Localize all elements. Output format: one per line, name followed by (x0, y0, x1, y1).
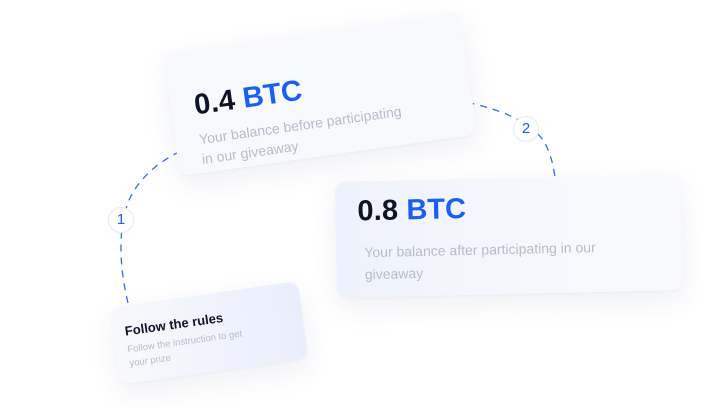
balance-after-description: Your balance after participating in our … (364, 239, 596, 283)
balance-after-currency: BTC (406, 192, 467, 227)
step-1-badge: 1 (108, 207, 134, 233)
step-2-badge: 2 (513, 116, 539, 142)
balance-after-amount-row: 0.8 BTC (357, 193, 466, 228)
giveaway-illustration: 0.4 BTC Your balance before participatin… (0, 0, 704, 407)
balance-before-currency: BTC (240, 74, 305, 115)
balance-after-card: 0.8 BTC Your balance after participating… (334, 174, 684, 298)
balance-before-amount-row: 0.4 BTC (192, 75, 304, 123)
balance-before-amount: 0.4 (192, 84, 238, 122)
balance-after-amount: 0.8 (357, 194, 399, 228)
